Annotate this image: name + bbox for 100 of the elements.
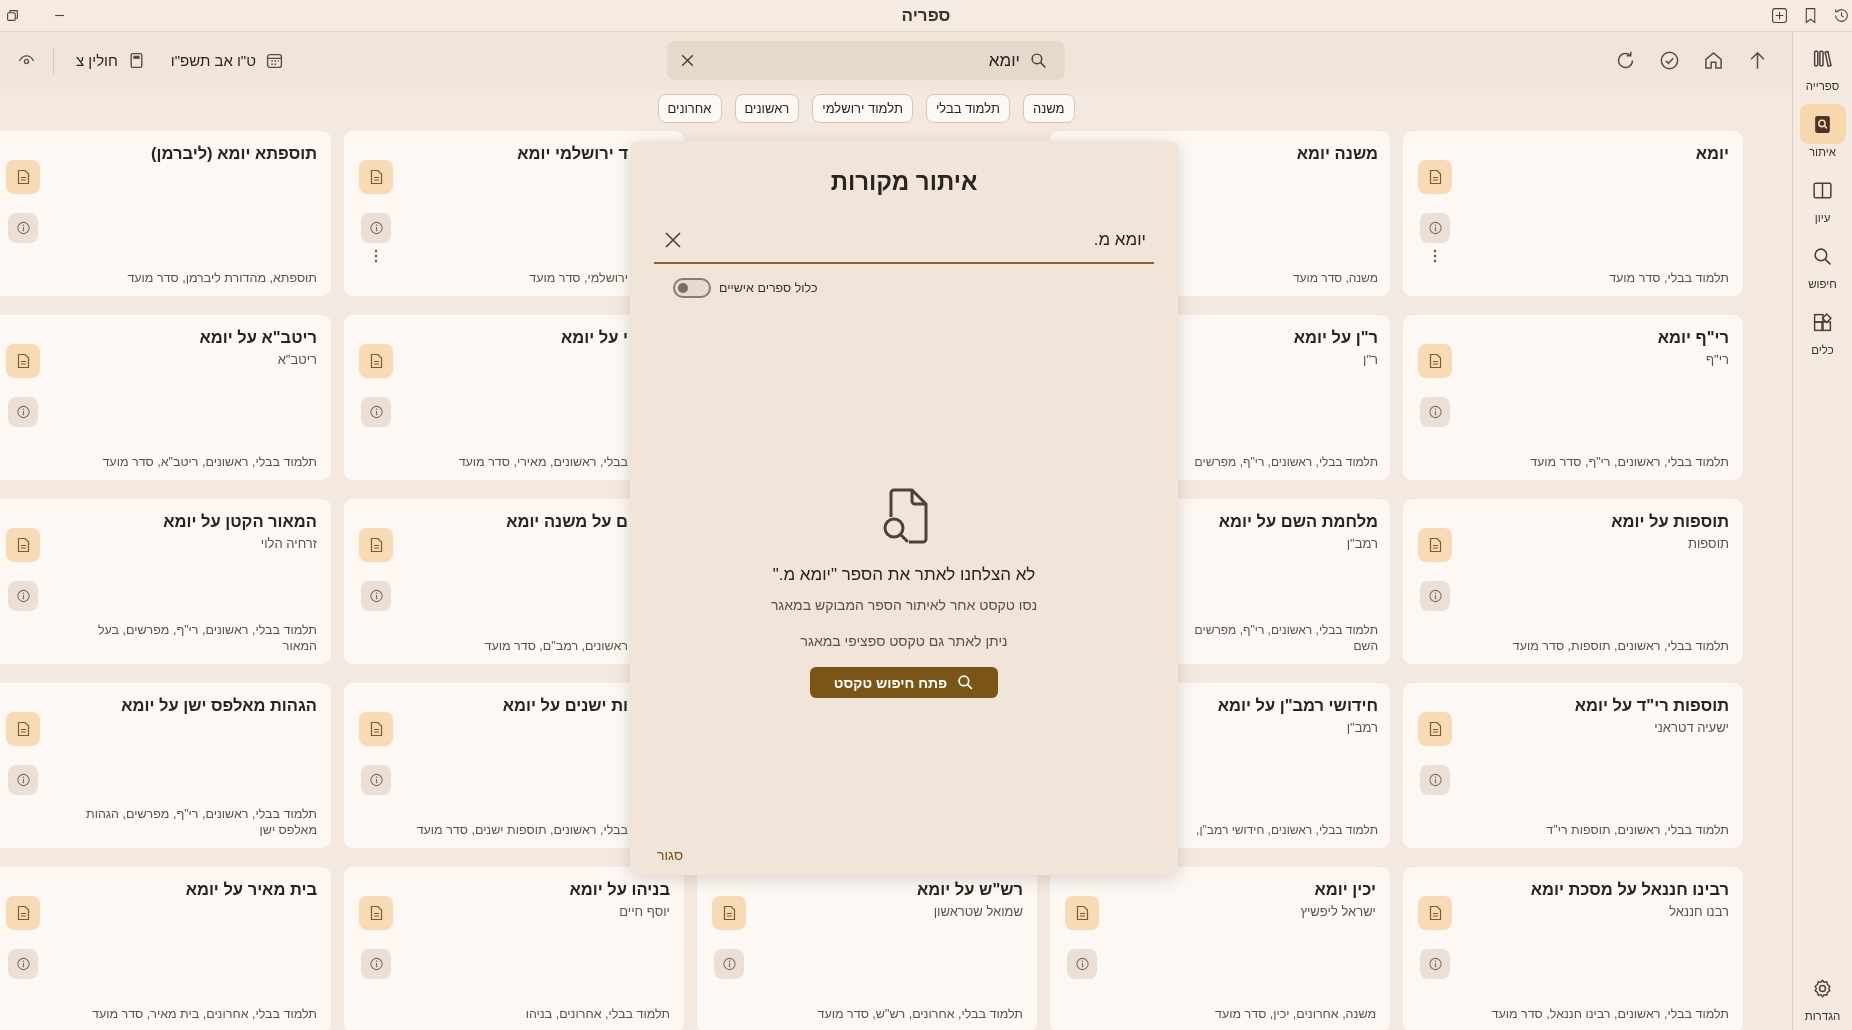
open-book-button[interactable] <box>712 896 746 930</box>
open-book-button[interactable] <box>1418 896 1452 930</box>
sidebar-item[interactable]: ספרייה <box>1793 38 1852 104</box>
filter-chip[interactable]: משנה <box>1022 93 1075 123</box>
document-icon <box>368 353 384 369</box>
info-button[interactable] <box>1067 949 1097 979</box>
info-button[interactable] <box>361 949 391 979</box>
open-book-button[interactable] <box>359 160 393 194</box>
search-field[interactable]: יומא <box>667 41 1065 80</box>
book-title: רבינו חננאל על מסכת יומא <box>1529 879 1729 900</box>
filter-chip[interactable]: תלמוד בבלי <box>925 93 1010 123</box>
locate-field[interactable]: יומא מ. <box>654 218 1154 264</box>
info-icon <box>15 404 31 420</box>
close-link[interactable]: סגור <box>657 847 684 863</box>
book-card[interactable]: רי"ף יומא רי"ף תלמוד בבלי, ראשונים, רי"ף, סדר מועד <box>1403 315 1743 480</box>
info-icon <box>1074 956 1090 972</box>
history-icon[interactable] <box>1833 7 1850 24</box>
open-book-button[interactable] <box>6 712 40 746</box>
book-categories: תלמוד בבלי, ראשונים, תוספות רי"ד <box>1545 822 1729 838</box>
info-button[interactable] <box>361 213 391 243</box>
more-icon[interactable] <box>1433 249 1437 263</box>
info-button[interactable] <box>361 581 391 611</box>
date-button[interactable]: ט"ו אב תשפ"ו <box>166 50 287 71</box>
book-title: ות ישנים על יומא <box>501 695 628 716</box>
search-icon <box>957 674 975 691</box>
info-button[interactable] <box>8 581 38 611</box>
open-book-button[interactable] <box>359 712 393 746</box>
book-card[interactable]: בית מאיר על יומא תלמוד בבלי, אחרונים, בית מאיר, סדר מועד <box>0 867 331 1030</box>
open-book-button[interactable] <box>1418 528 1452 562</box>
info-button[interactable] <box>1420 765 1450 795</box>
book-card[interactable]: בניהו על יומא יוסף חיים תלמוד בבלי, אחרונים, בניהו <box>344 867 684 1030</box>
open-book-button[interactable] <box>6 896 40 930</box>
open-book-button[interactable] <box>6 528 40 562</box>
info-button[interactable] <box>714 949 744 979</box>
empty-message: לא הצלחנו לאתר את הספר "יומא מ." <box>772 565 1036 585</box>
info-icon <box>1427 404 1443 420</box>
add-tab-icon[interactable] <box>1771 7 1788 24</box>
book-title: בניהו על יומא <box>568 879 670 900</box>
book-author: זרחיה הלוי <box>259 536 317 551</box>
clear-icon[interactable] <box>679 52 696 69</box>
book-card[interactable]: רבינו חננאל על מסכת יומא רבנו חננאל תלמוד בבלי, ראשונים, רבינו חננאל, סדר מועד <box>1403 867 1743 1030</box>
open-book-button[interactable] <box>1065 896 1099 930</box>
info-button[interactable] <box>361 765 391 795</box>
book-card[interactable]: הגהות מאלפס ישן על יומא תלמוד בבלי, ראשונים, רי"ף, מפרשים, הגהות מאלפס ישן <box>0 683 331 848</box>
info-button[interactable] <box>8 765 38 795</box>
sidebar-item[interactable]: איתור <box>1793 104 1852 170</box>
book-card[interactable]: ריטב"א על יומא ריטב"א תלמוד בבלי, ראשונים, ריטב"א, סדר מועד <box>0 315 331 480</box>
check-circle-icon[interactable] <box>1659 50 1680 71</box>
info-button[interactable] <box>1420 949 1450 979</box>
book-title: הגהות מאלפס ישן על יומא <box>120 695 317 716</box>
document-icon <box>1074 905 1090 921</box>
sidebar-item[interactable]: חיפוש <box>1793 236 1852 302</box>
hint-text: ניתן לאתר גם טקסט ספציפי במאגר <box>800 633 1008 649</box>
info-button[interactable] <box>1420 213 1450 243</box>
restore-icon[interactable] <box>6 9 19 22</box>
open-book-button[interactable] <box>6 344 40 378</box>
refresh-icon[interactable] <box>1615 50 1636 71</box>
more-icon[interactable] <box>374 249 378 263</box>
info-icon <box>368 956 384 972</box>
open-book-button[interactable] <box>1418 160 1452 194</box>
clear-icon[interactable] <box>664 231 682 249</box>
info-icon <box>368 404 384 420</box>
open-book-button[interactable] <box>359 528 393 562</box>
daf-button[interactable]: חולין צ <box>72 50 149 71</box>
document-icon <box>15 169 31 185</box>
sidebar-item[interactable]: כלים <box>1793 302 1852 368</box>
home-icon[interactable] <box>1703 50 1724 71</box>
settings-item[interactable]: הגדרות <box>1793 968 1852 1030</box>
info-icon <box>1427 588 1443 604</box>
info-button[interactable] <box>1420 397 1450 427</box>
open-book-button[interactable] <box>1418 712 1452 746</box>
info-button[interactable] <box>8 213 38 243</box>
book-categories: משנה, אחרונים, יכין, סדר מועד <box>1214 1006 1376 1022</box>
book-search-icon <box>1812 113 1833 135</box>
book-card[interactable]: יומא תלמוד בבלי, סדר מועד <box>1403 131 1743 296</box>
book-categories: תלמוד בבלי, אחרונים, בית מאיר, סדר מועד <box>91 1006 317 1022</box>
book-card[interactable]: תוספות רי"ד על יומא ישעיה דטראני תלמוד בבלי, ראשונים, תוספות רי"ד <box>1403 683 1743 848</box>
filter-chip[interactable]: אחרונים <box>657 93 722 123</box>
book-card[interactable]: יכין יומא ישראל ליפשיץ משנה, אחרונים, יכין, סדר מועד <box>1050 867 1390 1030</box>
book-categories: תלמוד בבלי, ראשונים, ריטב"א, סדר מועד <box>101 454 317 470</box>
toggle-switch[interactable] <box>673 278 711 298</box>
book-author: ישעיה דטראני <box>1653 720 1729 735</box>
filter-chip[interactable]: תלמוד ירושלמי <box>812 93 913 123</box>
open-book-button[interactable] <box>1418 344 1452 378</box>
open-book-button[interactable] <box>6 160 40 194</box>
filter-chip[interactable]: ראשונים <box>734 93 800 123</box>
book-card[interactable]: תוספתא יומא (ליברמן) תוספתא, מהדורת ליברמן, סדר מועד <box>0 131 331 296</box>
open-text-search-button[interactable]: פתח חיפוש טקסט <box>809 667 999 698</box>
info-button[interactable] <box>8 949 38 979</box>
open-book-button[interactable] <box>359 896 393 930</box>
book-categories: תלמוד בבלי, ראשונים, רבינו חננאל, סדר מועד <box>1490 1006 1729 1022</box>
book-categories: תלמוד בבלי, ראשונים, רי"ף, מפרשים, הגהות מאלפס ישן <box>85 806 317 838</box>
document-icon <box>721 905 737 921</box>
book-card[interactable]: המאור הקטן על יומא זרחיה הלוי תלמוד בבלי, ראשונים, רי"ף, מפרשים, בעל המאור <box>0 499 331 664</box>
sidebar-item[interactable]: עיון <box>1793 170 1852 236</box>
book-card[interactable]: תוספות על יומא תוספות תלמוד בבלי, ראשונים, תוספות, סדר מועד <box>1403 499 1743 664</box>
open-book-button[interactable] <box>359 344 393 378</box>
info-button[interactable] <box>1420 581 1450 611</box>
info-button[interactable] <box>8 397 38 427</box>
info-button[interactable] <box>361 397 391 427</box>
